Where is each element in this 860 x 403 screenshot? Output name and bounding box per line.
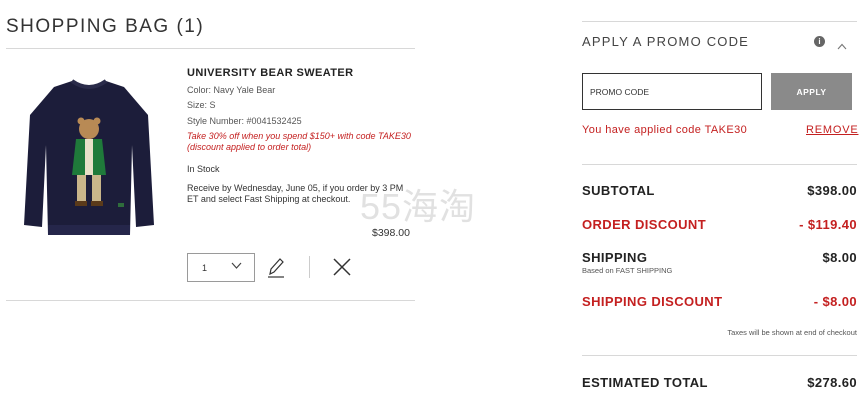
taxes-note: Taxes will be shown at end of checkout	[727, 328, 857, 337]
remove-promo-link[interactable]: REMOVE	[806, 124, 858, 136]
product-name[interactable]: UNIVERSITY BEAR SWEATER	[187, 66, 417, 82]
order-discount-label: ORDER DISCOUNT	[582, 217, 707, 232]
chevron-up-icon[interactable]	[837, 37, 847, 55]
divider	[582, 355, 857, 356]
quantity-select[interactable]: 1	[187, 253, 255, 282]
promo-applied-message: You have applied code TAKE30	[582, 124, 748, 136]
shipping-row: SHIPPING $8.00	[582, 250, 857, 265]
chevron-down-icon	[231, 262, 242, 272]
divider	[309, 256, 310, 278]
shipping-label: SHIPPING	[582, 250, 648, 265]
product-color: Color: Navy Yale Bear	[187, 84, 276, 95]
shipping-discount-label: SHIPPING DISCOUNT	[582, 294, 723, 309]
info-icon[interactable]: i	[814, 36, 825, 47]
promo-note: Take 30% off when you spend $150+ with c…	[187, 131, 411, 152]
order-discount-row: ORDER DISCOUNT - $119.40	[582, 217, 857, 232]
shipping-discount-row: SHIPPING DISCOUNT - $8.00	[582, 294, 857, 309]
divider	[6, 48, 415, 49]
stock-status: In Stock	[187, 164, 220, 174]
subtotal-label: SUBTOTAL	[582, 183, 655, 198]
watermark: 55海淘	[360, 186, 477, 227]
edit-icon[interactable]	[266, 256, 286, 283]
promo-code-input[interactable]	[582, 73, 762, 110]
shipping-value: $8.00	[822, 250, 857, 265]
estimated-total-value: $278.60	[807, 375, 857, 390]
close-icon[interactable]	[333, 258, 351, 281]
promo-section-title[interactable]: APPLY A PROMO CODE	[582, 34, 749, 49]
product-style-number: Style Number: #0041532425	[187, 115, 302, 126]
apply-button[interactable]: APPLY	[771, 73, 852, 110]
estimated-total-label: ESTIMATED TOTAL	[582, 375, 708, 390]
shipping-discount-value: - $8.00	[813, 294, 857, 309]
divider	[6, 300, 415, 301]
subtotal-row: SUBTOTAL $398.00	[582, 183, 857, 198]
divider	[582, 21, 857, 22]
subtotal-value: $398.00	[807, 183, 857, 198]
order-discount-value: - $119.40	[799, 217, 857, 232]
product-image[interactable]	[14, 75, 164, 243]
quantity-value: 1	[202, 262, 208, 273]
divider	[582, 164, 857, 165]
page-title: SHOPPING BAG (1)	[6, 16, 205, 37]
shipping-method-note: Based on FAST SHIPPING	[582, 266, 673, 275]
product-size: Size: S	[187, 100, 216, 110]
estimated-total-row: ESTIMATED TOTAL $278.60	[582, 375, 857, 390]
